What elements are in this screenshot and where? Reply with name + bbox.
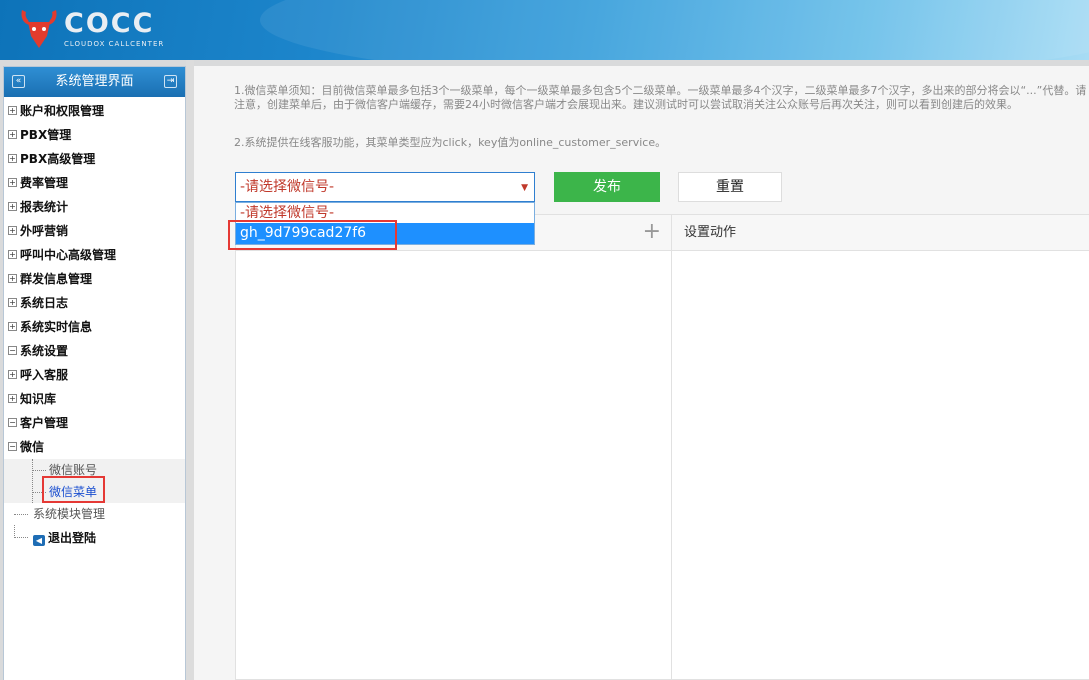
expand-icon[interactable]: + [8,202,17,211]
sidebar-item-label: 系统设置 [20,344,69,358]
sidebar-item-account[interactable]: + 账户和权限管理 [4,99,185,123]
sidebar-item-label: 客户管理 [20,416,69,430]
select-value: -请选择微信号- [240,179,335,195]
menu-tree-panel: + [235,214,672,680]
logout-button[interactable]: ◀ 退出登陆 [4,525,185,551]
reset-button[interactable]: 重置 [678,172,782,202]
sidebar-item-label: 群发信息管理 [20,272,93,286]
brand-subtitle: CLOUDOX CALLCENTER [64,40,165,48]
expand-icon[interactable]: + [8,322,17,331]
sidebar-item-system-log[interactable]: + 系统日志 [4,291,185,315]
expand-icon[interactable]: + [8,154,17,163]
sidebar-item-callcenter-advanced[interactable]: + 呼叫中心高级管理 [4,243,185,267]
sidebar-item-inbound[interactable]: + 呼入客服 [4,363,185,387]
expand-icon[interactable]: + [8,130,17,139]
logout-label: 退出登陆 [48,531,97,545]
wechat-account-select[interactable]: -请选择微信号- ▼ [235,172,535,202]
splitter[interactable] [186,60,194,680]
sidebar-item-label: 系统实时信息 [20,320,93,334]
app-header: COCC CLOUDOX CALLCENTER [0,0,1089,60]
sidebar-item-system-settings[interactable]: − 系统设置 [4,339,185,363]
collapse-icon[interactable]: − [8,418,17,427]
service-notice: 2.系统提供在线客服功能，其菜单类型应为click，key值为online_cu… [234,136,667,149]
sidebar-item-label: 账户和权限管理 [20,104,105,118]
sidebar-item-customers[interactable]: − 客户管理 [4,411,185,435]
expand-icon[interactable]: + [8,250,17,259]
expand-icon[interactable]: + [8,178,17,187]
highlight-box [42,476,105,503]
sidebar-item-reports[interactable]: + 报表统计 [4,195,185,219]
sidebar-item-outbound[interactable]: + 外呼营销 [4,219,185,243]
app-logo: COCC CLOUDOX CALLCENTER [18,6,178,52]
logout-icon: ◀ [33,535,45,546]
expand-icon[interactable]: + [8,394,17,403]
action-panel-header: 设置动作 [672,215,1089,251]
sidebar-item-label: 呼叫中心高级管理 [20,248,117,262]
highlight-box [228,220,397,250]
sidebar-item-label: PBX高级管理 [20,152,96,166]
collapse-icon[interactable]: − [8,346,17,355]
menu-notice: 1.微信菜单须知：目前微信菜单最多包括3个一级菜单，每个一级菜单最多包含5个二级… [234,84,1087,111]
collapse-left-icon[interactable]: « [12,75,25,88]
sidebar-item-mass-message[interactable]: + 群发信息管理 [4,267,185,291]
sidebar-item-realtime-info[interactable]: + 系统实时信息 [4,315,185,339]
sidebar-item-label: 微信账号 [49,463,98,477]
expand-icon[interactable]: + [8,370,17,379]
tree-connector [14,525,28,538]
sidebar-item-pbx-advanced[interactable]: + PBX高级管理 [4,147,185,171]
header-decoration [260,0,1089,60]
sidebar-item-wechat[interactable]: − 微信 [4,435,185,459]
publish-button[interactable]: 发布 [554,172,660,202]
sidebar: « 系统管理界面 ⇥ + 账户和权限管理 + PBX管理 + PBX高级管理 + 费率管… [3,66,186,680]
bull-logo-icon [21,10,57,48]
sidebar-item-pbx[interactable]: + PBX管理 [4,123,185,147]
sidebar-item-label: 知识库 [20,392,57,406]
collapse-icon[interactable]: − [8,442,17,451]
sidebar-item-knowledge[interactable]: + 知识库 [4,387,185,411]
expand-icon[interactable]: + [8,106,17,115]
main-content: 1.微信菜单须知：目前微信菜单最多包括3个一级菜单，每个一级菜单最多包含5个二级… [194,66,1089,680]
sidebar-title-bar: « 系统管理界面 ⇥ [4,67,185,97]
sidebar-item-label: 系统模块管理 [33,507,106,521]
add-menu-icon[interactable]: + [643,221,661,243]
tree-connector [32,470,46,471]
sidebar-item-modules[interactable]: 系统模块管理 [4,503,185,525]
expand-icon[interactable]: + [8,298,17,307]
sidebar-title: 系统管理界面 [55,74,134,89]
sidebar-item-label: 呼入客服 [20,368,69,382]
sidebar-item-label: 微信 [20,440,45,454]
tree-connector [14,514,28,515]
dropdown-arrow-icon: ▼ [521,183,528,193]
expand-icon[interactable]: + [8,226,17,235]
sidebar-item-label: 报表统计 [20,200,69,214]
sidebar-item-label: 外呼营销 [20,224,69,238]
expand-icon[interactable]: + [8,274,17,283]
sidebar-item-rates[interactable]: + 费率管理 [4,171,185,195]
sidebar-item-label: 费率管理 [20,176,69,190]
brand-name: COCC [64,8,155,39]
pin-icon[interactable]: ⇥ [164,75,177,88]
sidebar-item-label: 系统日志 [20,296,69,310]
sidebar-item-label: PBX管理 [20,128,72,142]
action-panel: 设置动作 [672,214,1089,680]
